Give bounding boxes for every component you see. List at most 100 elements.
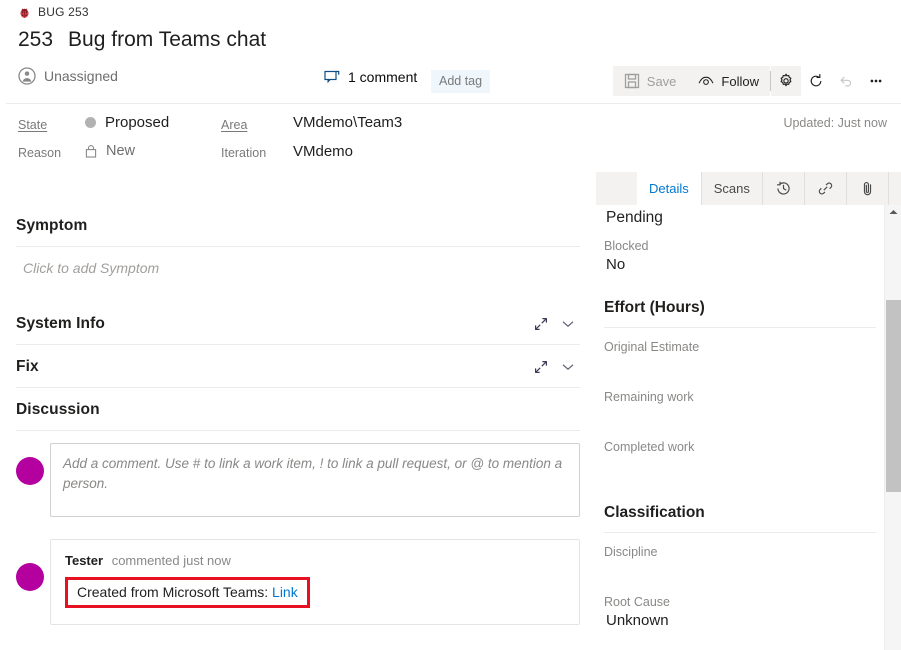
root-cause-value[interactable]: Unknown — [604, 609, 884, 629]
state-label: State — [18, 118, 47, 132]
completed-work-label: Completed work — [604, 440, 884, 454]
lock-icon — [85, 144, 97, 158]
group-divider — [604, 532, 876, 533]
save-label: Save — [647, 74, 677, 89]
area-value[interactable]: VMdemo\Team3 — [293, 114, 402, 131]
tab-history[interactable] — [763, 172, 805, 205]
state-dot-icon — [85, 117, 96, 128]
symptom-section: Symptom — [16, 204, 580, 247]
classification-group-title: Classification — [604, 504, 884, 522]
comment-count-link[interactable]: 1 comment — [324, 69, 417, 85]
header-divider — [6, 103, 901, 104]
comment-text: Created from Microsoft Teams: — [77, 584, 272, 600]
work-item-title[interactable]: Bug from Teams chat — [68, 28, 266, 52]
ellipsis-icon — [868, 73, 884, 89]
original-estimate-value[interactable] — [604, 354, 884, 378]
area-label: Area — [221, 118, 247, 132]
undo-button[interactable] — [831, 66, 861, 96]
section-divider — [16, 430, 580, 431]
discipline-label: Discipline — [604, 545, 884, 559]
follow-button[interactable]: Follow — [687, 66, 770, 96]
tab-attachments[interactable] — [847, 172, 889, 205]
save-button[interactable]: Save — [613, 66, 688, 96]
completed-work-value[interactable] — [604, 454, 884, 478]
updated-timestamp: Updated: Just now — [783, 116, 887, 130]
refresh-icon — [808, 73, 824, 89]
fix-title: Fix — [16, 358, 39, 376]
tab-scans[interactable]: Scans — [702, 172, 763, 205]
assigned-to-label: Unassigned — [44, 68, 118, 84]
eye-icon — [698, 73, 714, 89]
scroll-up-button[interactable] — [885, 205, 901, 219]
gear-icon — [778, 73, 794, 89]
section-divider — [16, 246, 580, 247]
details-scrollbar[interactable] — [884, 205, 901, 650]
discussion-title: Discussion — [16, 401, 100, 419]
chevron-down-icon[interactable] — [562, 363, 574, 371]
group-divider — [604, 327, 876, 328]
iteration-label: Iteration — [221, 146, 266, 160]
more-actions-button[interactable] — [861, 66, 891, 96]
add-tag-button[interactable]: Add tag — [431, 70, 490, 93]
bug-icon — [18, 6, 31, 19]
field-strip: State Proposed Reason New Area VMdemo\Te… — [0, 110, 901, 170]
symptom-title: Symptom — [16, 217, 87, 235]
refresh-button[interactable] — [801, 66, 831, 96]
new-comment-input[interactable]: Add a comment. Use # to link a work item… — [50, 443, 580, 517]
reason-value: New — [85, 143, 135, 159]
blocked-value[interactable]: No — [604, 253, 884, 273]
comment-header: Tester commented just now — [65, 553, 565, 568]
remaining-work-value[interactable] — [604, 404, 884, 428]
work-item-form: BUG 253 253 Bug from Teams chat Unassign… — [0, 0, 901, 650]
tab-links[interactable] — [805, 172, 847, 205]
original-estimate-label: Original Estimate — [604, 340, 884, 354]
teams-link[interactable]: Link — [272, 584, 298, 600]
scrollbar-thumb[interactable] — [886, 300, 901, 492]
effort-group-title: Effort (Hours) — [604, 299, 884, 317]
iteration-value[interactable]: VMdemo — [293, 143, 353, 160]
avatar — [16, 563, 44, 591]
assigned-to-field[interactable]: Unassigned — [18, 67, 118, 85]
new-comment-row: Add a comment. Use # to link a work item… — [0, 443, 596, 517]
state-value[interactable]: Proposed — [85, 114, 169, 131]
discipline-value[interactable] — [604, 559, 884, 583]
reason-value-label: New — [106, 143, 135, 159]
symptom-input[interactable]: Click to add Symptom — [16, 247, 580, 302]
discussion-section: Discussion — [16, 388, 580, 431]
comment-icon — [324, 70, 340, 85]
comment-item: Tester commented just now Created from M… — [50, 539, 580, 625]
left-content-pane: Symptom Click to add Symptom System Info — [0, 204, 596, 650]
system-info-section: System Info — [16, 302, 580, 345]
root-cause-label: Root Cause — [604, 595, 884, 609]
title-row: 253 Bug from Teams chat — [18, 28, 266, 52]
chevron-down-icon[interactable] — [562, 320, 574, 328]
details-tabstrip: Details Scans — [637, 172, 901, 205]
work-item-id: 253 — [18, 28, 53, 52]
comment-author[interactable]: Tester — [65, 553, 103, 568]
reason-label: Reason — [18, 146, 61, 160]
follow-label: Follow — [721, 74, 759, 89]
link-icon — [817, 180, 834, 197]
save-icon — [624, 73, 640, 89]
top-field-value[interactable]: Pending — [604, 205, 884, 227]
avatar — [16, 457, 44, 485]
comment-list: Tester commented just now Created from M… — [0, 539, 596, 625]
avatar-placeholder-icon — [18, 67, 36, 85]
work-item-header: BUG 253 253 Bug from Teams chat Unassign… — [0, 0, 901, 110]
expand-icon[interactable] — [534, 360, 548, 374]
tab-scans-label: Scans — [714, 181, 750, 196]
attachment-icon — [859, 180, 876, 197]
state-value-label: Proposed — [105, 114, 169, 131]
breadcrumb-label: BUG 253 — [38, 5, 89, 19]
settings-button[interactable] — [771, 66, 801, 96]
breadcrumb: BUG 253 — [18, 5, 89, 19]
details-pane: Pending Blocked No Effort (Hours) Origin… — [596, 205, 884, 650]
expand-icon[interactable] — [534, 317, 548, 331]
comment-timestamp: commented just now — [112, 553, 231, 568]
tab-details[interactable]: Details — [637, 172, 702, 205]
work-item-toolbar: Save Follow — [613, 66, 891, 96]
comment-body: Created from Microsoft Teams: Link — [65, 577, 310, 608]
blocked-label: Blocked — [604, 239, 884, 253]
comment-count-label: 1 comment — [348, 69, 417, 85]
undo-icon — [838, 73, 854, 89]
